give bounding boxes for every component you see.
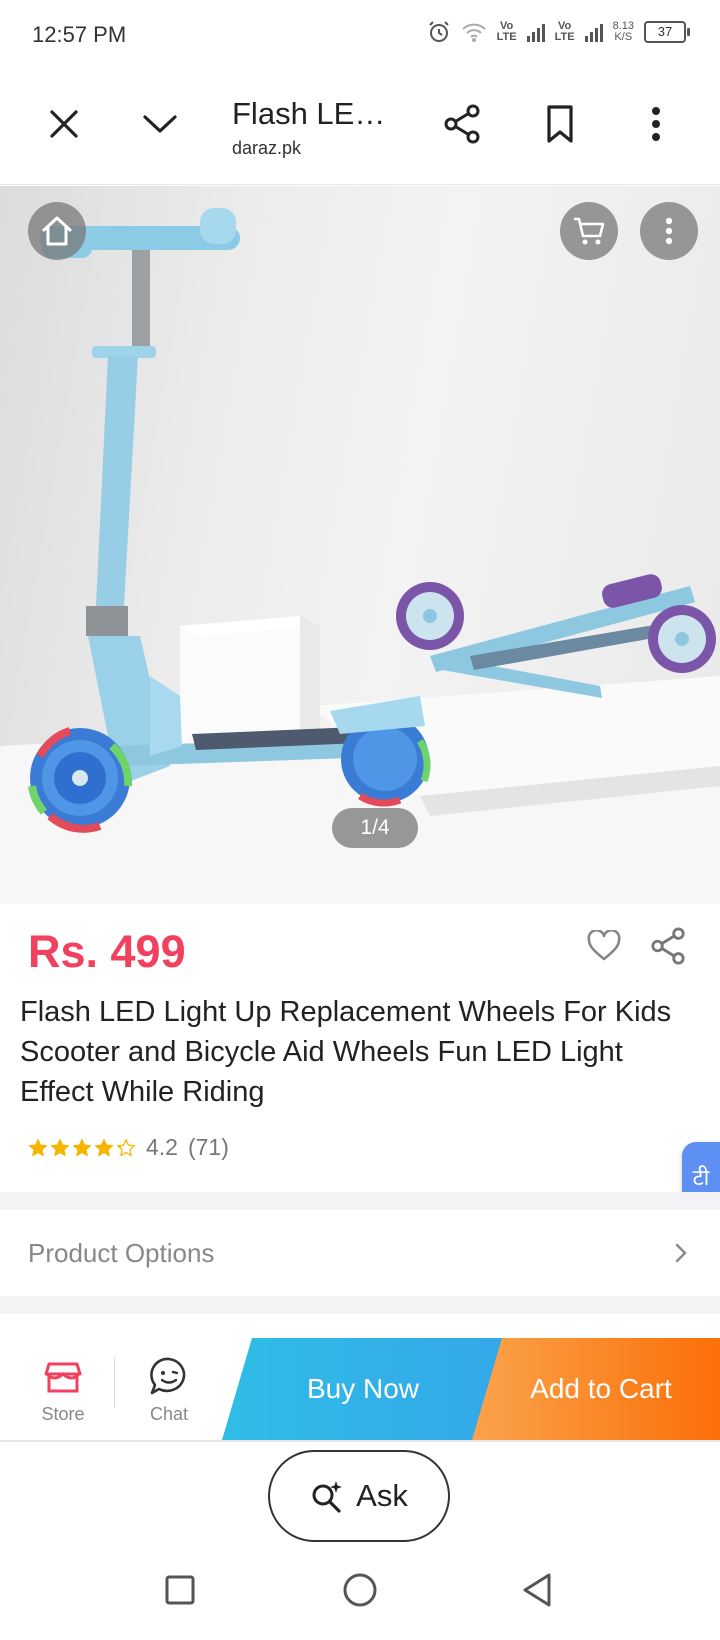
wishlist-button[interactable] xyxy=(582,924,626,968)
store-label: Store xyxy=(41,1404,85,1424)
product-title: Flash LED Light Up Replacement Wheels Fo… xyxy=(20,996,672,1108)
heart-icon xyxy=(587,930,621,961)
star-icon xyxy=(51,1138,69,1156)
home-icon xyxy=(42,216,72,246)
section-divider xyxy=(0,1192,720,1210)
image-counter: 1/4 xyxy=(332,808,418,848)
rating-count: (71) xyxy=(187,1134,229,1160)
share-icon xyxy=(651,927,685,965)
page-title: Flash LE… xyxy=(232,96,386,131)
battery-level: 37 xyxy=(657,24,673,39)
product-options-label: Product Options xyxy=(28,1238,215,1268)
product-options-row[interactable]: Product Options xyxy=(0,1210,720,1296)
browser-toolbar: Flash LE… daraz.pk xyxy=(0,72,720,185)
cart-button[interactable] xyxy=(560,202,618,260)
star-icon xyxy=(117,1138,135,1156)
minimize-button[interactable] xyxy=(136,100,184,148)
ask-label: Ask xyxy=(356,1478,408,1513)
more-vertical-icon xyxy=(665,217,673,245)
recent-apps-icon[interactable] xyxy=(164,1574,196,1606)
ask-button[interactable]: Ask xyxy=(268,1450,450,1542)
cart-icon xyxy=(574,217,605,245)
store-icon xyxy=(44,1362,82,1393)
system-navigation-bar xyxy=(0,1550,720,1640)
network-speed: 8.13 K/S xyxy=(612,20,634,43)
wifi-icon xyxy=(461,23,486,42)
product-image xyxy=(0,208,720,904)
rating-stars xyxy=(28,1138,136,1158)
home-nav-icon[interactable] xyxy=(342,1572,378,1608)
add-to-cart-button[interactable]: Add to Cart xyxy=(472,1338,720,1440)
status-time: 12:57 PM xyxy=(32,22,127,47)
more-menu-button[interactable] xyxy=(632,100,680,148)
close-icon xyxy=(50,110,78,138)
bookmark-icon xyxy=(547,105,573,143)
share-button[interactable] xyxy=(438,100,486,148)
bookmark-button[interactable] xyxy=(536,100,584,148)
battery-icon: 37 xyxy=(644,21,690,43)
star-icon xyxy=(29,1138,47,1156)
store-button[interactable]: Store xyxy=(32,1356,94,1425)
chevron-down-icon xyxy=(143,115,177,133)
signal-2-icon xyxy=(584,22,603,42)
product-rating[interactable]: 4.2 (71) xyxy=(28,1134,229,1161)
star-icon xyxy=(95,1138,113,1156)
status-icons: Vo LTE Vo LTE 8.13 K/S 37 xyxy=(427,20,690,44)
page-domain: daraz.pk xyxy=(232,138,302,158)
rating-value: 4.2 xyxy=(146,1134,178,1160)
chevron-right-icon xyxy=(675,1243,687,1263)
translate-badge-text: टी xyxy=(692,1166,710,1191)
bottom-action-bar: Store Chat Buy Now Add to Cart xyxy=(0,1338,720,1442)
alarm-icon xyxy=(428,21,449,42)
more-vertical-icon xyxy=(652,107,660,141)
network-2-label: Vo LTE xyxy=(554,20,575,43)
chat-label: Chat xyxy=(149,1404,189,1424)
signal-1-icon xyxy=(526,22,545,42)
product-share-button[interactable] xyxy=(646,924,690,968)
product-price: Rs. 499 xyxy=(28,926,186,977)
network-1-label: Vo LTE xyxy=(496,20,517,43)
share-icon xyxy=(444,104,480,144)
status-bar: 12:57 PM Vo LTE Vo LTE 8.13 K/S 37 xyxy=(0,0,720,72)
product-image-carousel[interactable]: 1/4 xyxy=(0,186,720,904)
close-button[interactable] xyxy=(40,100,88,148)
chat-icon xyxy=(150,1357,186,1395)
image-more-button[interactable] xyxy=(640,202,698,260)
chat-button[interactable]: Chat xyxy=(138,1356,200,1425)
home-button[interactable] xyxy=(28,202,86,260)
section-divider xyxy=(0,1296,720,1314)
divider xyxy=(114,1358,115,1408)
back-icon[interactable] xyxy=(520,1572,554,1608)
buy-now-button[interactable]: Buy Now xyxy=(222,1338,504,1440)
search-sparkle-icon xyxy=(312,1481,343,1513)
star-icon xyxy=(73,1138,91,1156)
